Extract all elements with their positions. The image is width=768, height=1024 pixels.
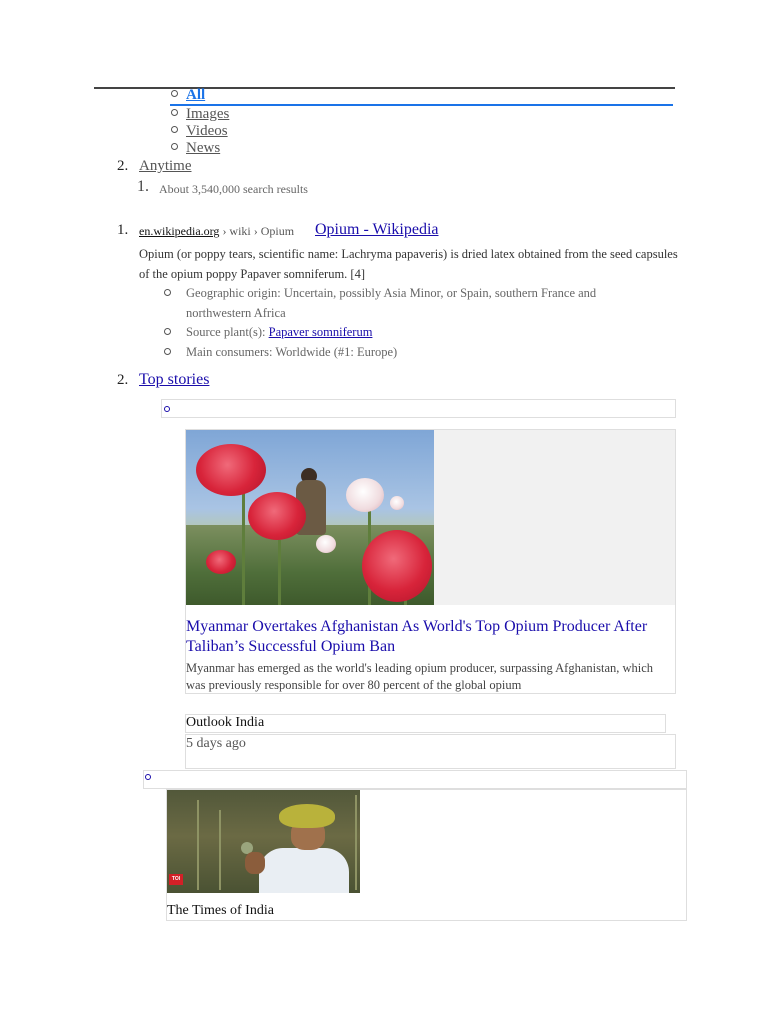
image-placeholder [434, 430, 675, 605]
image-flower [196, 444, 266, 496]
image-flower [248, 492, 306, 540]
time-filter-anytime[interactable]: Anytime [139, 158, 192, 175]
tab-images[interactable]: Images [186, 106, 229, 123]
tab-all[interactable]: All [186, 87, 205, 104]
news-timestamp: 5 days ago [186, 736, 246, 751]
active-tab-indicator [170, 104, 673, 106]
image-stem [242, 490, 245, 605]
image-stalk [219, 810, 221, 890]
news-title-link[interactable]: Myanmar Overtakes Afghanistan As World's… [186, 617, 671, 657]
fact-geographic-origin: Geographic origin: Uncertain, possibly A… [186, 286, 597, 320]
tab-videos[interactable]: Videos [186, 123, 228, 140]
news-thumbnail-poppy-field[interactable] [186, 430, 434, 605]
result-count: About 3,540,000 search results [159, 182, 308, 196]
image-stalk [197, 800, 199, 890]
news-time-row [185, 734, 676, 769]
tab-bullet [171, 90, 178, 97]
news-source: The Times of India [167, 903, 274, 918]
result-snippet: Opium (or poppy tears, scientific name: … [139, 247, 678, 281]
news-source: Outlook India [186, 715, 265, 730]
story-list-item [143, 770, 687, 789]
image-stalk [355, 795, 357, 890]
image-person [259, 848, 349, 893]
fact-bullet [164, 328, 171, 335]
filter-list-number: 2. [117, 158, 129, 174]
tab-news[interactable]: News [186, 140, 220, 157]
image-flower [206, 550, 236, 574]
story-bullet [145, 774, 151, 780]
fact-source-plant-label: Source plant(s): [186, 325, 269, 339]
fact-bullet [164, 289, 171, 296]
image-person [279, 804, 335, 828]
tab-bullet [171, 109, 178, 116]
result-count-number: 1. [137, 178, 149, 195]
result-path: › wiki › Opium [219, 224, 295, 238]
image-stem [278, 540, 281, 605]
source-plant-link[interactable]: Papaver somniferum [269, 325, 373, 339]
result-breadcrumb: en.wikipedia.org › wiki › Opium [139, 224, 294, 239]
toi-logo: TOI [169, 874, 183, 885]
story-list-item [161, 399, 676, 418]
top-stories-heading[interactable]: Top stories [139, 371, 209, 389]
result-title-link[interactable]: Opium - Wikipedia [315, 221, 438, 239]
result-number: 1. [117, 222, 129, 238]
fact-main-consumers: Main consumers: Worldwide (#1: Europe) [186, 345, 398, 359]
image-flower [316, 535, 336, 553]
result-site-link[interactable]: en.wikipedia.org [139, 224, 219, 238]
news-snippet: Myanmar has emerged as the world's leadi… [186, 661, 654, 692]
fact-bullet [164, 348, 171, 355]
fact-source-plant: Source plant(s): Papaver somniferum [186, 322, 656, 342]
header-divider [94, 87, 675, 89]
tab-bullet [171, 143, 178, 150]
section-number: 2. [117, 372, 129, 388]
image-flower [362, 530, 432, 602]
image-flower [346, 478, 384, 512]
tab-bullet [171, 126, 178, 133]
news-thumbnail-farmer[interactable]: TOI [167, 790, 360, 893]
story-bullet [164, 406, 170, 412]
image-flower [390, 496, 404, 510]
image-hand [245, 852, 265, 874]
